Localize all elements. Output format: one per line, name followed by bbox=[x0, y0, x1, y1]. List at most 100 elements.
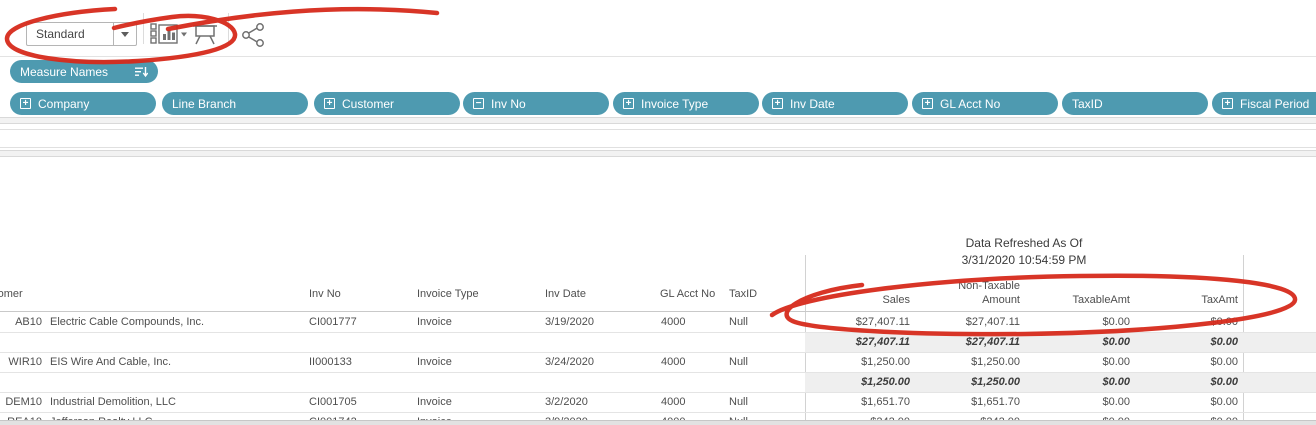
column-pill-inv-no[interactable]: −Inv No bbox=[463, 92, 609, 115]
refresh-note-line1: Data Refreshed As Of bbox=[805, 236, 1243, 250]
cell-non-taxable[interactable]: $27,407.11 bbox=[910, 313, 1020, 332]
column-pill-company[interactable]: +Company bbox=[10, 92, 156, 115]
cell-sales[interactable]: $27,407.11 bbox=[800, 313, 910, 332]
cell-taxid[interactable]: Null bbox=[729, 313, 748, 332]
col-header-tax-amt[interactable]: TaxAmt bbox=[1128, 294, 1238, 306]
cell-tax-amt[interactable]: $0.00 bbox=[1128, 333, 1238, 352]
expand-icon[interactable]: + bbox=[324, 98, 335, 109]
toolbar: Standard bbox=[0, 0, 1316, 57]
cell-taxid[interactable]: Null bbox=[729, 393, 748, 412]
cell-customer-name[interactable]: Electric Cable Compounds, Inc. bbox=[50, 313, 204, 332]
cell-taxable-amt[interactable]: $0.00 bbox=[1020, 353, 1130, 372]
column-pill-customer[interactable]: +Customer bbox=[314, 92, 460, 115]
pill-label: Line Branch bbox=[172, 97, 236, 111]
cell-type[interactable]: Invoice bbox=[417, 313, 452, 332]
expand-icon[interactable]: + bbox=[922, 98, 933, 109]
table-row: DEM10 Industrial Demolition, LLC CI00170… bbox=[0, 393, 1316, 413]
table-row: WIR10 EIS Wire And Cable, Inc. II000133 … bbox=[0, 353, 1316, 373]
cell-taxable-amt[interactable]: $0.00 bbox=[1020, 313, 1130, 332]
cell-gl[interactable]: 4000 bbox=[661, 313, 685, 332]
cell-inv-no[interactable]: CI001705 bbox=[309, 393, 357, 412]
cell-sales[interactable]: $27,407.11 bbox=[800, 333, 910, 352]
cell-customer-code[interactable]: DEM10 bbox=[0, 393, 42, 412]
pill-label: Fiscal Period bbox=[1240, 97, 1309, 111]
refresh-note-line2: 3/31/2020 10:54:59 PM bbox=[805, 253, 1243, 267]
pill-label: Invoice Type bbox=[641, 97, 708, 111]
col-header-non-taxable2[interactable]: Amount bbox=[910, 294, 1020, 306]
cell-type[interactable]: Invoice bbox=[417, 393, 452, 412]
presentation-mode-icon[interactable] bbox=[192, 22, 218, 46]
cell-taxable-amt[interactable]: $0.00 bbox=[1020, 373, 1130, 392]
expand-icon[interactable]: + bbox=[1222, 98, 1233, 109]
column-pill-inv-date[interactable]: + Inv Date bbox=[762, 92, 908, 115]
toolbar-divider bbox=[143, 13, 144, 44]
column-pill-invoice-type[interactable]: + Invoice Type bbox=[613, 92, 759, 115]
share-icon[interactable] bbox=[240, 22, 266, 48]
measure-names-pill[interactable]: Measure Names bbox=[10, 60, 158, 83]
divider-line bbox=[0, 129, 1316, 130]
cell-sales[interactable]: $1,250.00 bbox=[800, 373, 910, 392]
column-pill-line-branch[interactable]: Line Branch bbox=[162, 92, 308, 115]
cell-customer-name[interactable]: Industrial Demolition, LLC bbox=[50, 393, 176, 412]
subtotal-row: $27,407.11 $27,407.11 $0.00 $0.00 bbox=[0, 333, 1316, 353]
cell-customer-code[interactable]: AB10 bbox=[0, 313, 42, 332]
fit-selector-value: Standard bbox=[27, 27, 113, 41]
horizontal-scrollbar[interactable] bbox=[0, 420, 1316, 425]
column-pill-gl-acct-no[interactable]: + GL Acct No bbox=[912, 92, 1058, 115]
col-header-invoice-type[interactable]: Invoice Type bbox=[417, 288, 479, 300]
cell-type[interactable]: Invoice bbox=[417, 353, 452, 372]
pill-label: TaxID bbox=[1072, 97, 1103, 111]
col-header-sales[interactable]: Sales bbox=[800, 294, 910, 306]
cell-tax-amt[interactable]: $0.00 bbox=[1128, 393, 1238, 412]
expand-icon[interactable]: + bbox=[772, 98, 783, 109]
pill-label: GL Acct No bbox=[940, 97, 1000, 111]
col-header-taxable-amt[interactable]: TaxableAmt bbox=[1020, 294, 1130, 306]
collapse-icon[interactable]: − bbox=[473, 98, 484, 109]
cell-sales[interactable]: $1,250.00 bbox=[800, 353, 910, 372]
cell-tax-amt[interactable]: $0.00 bbox=[1128, 353, 1238, 372]
col-header-non-taxable[interactable]: Non-Taxable bbox=[910, 280, 1020, 292]
subtotal-row: $1,250.00 $1,250.00 $0.00 $0.00 bbox=[0, 373, 1316, 393]
pill-label: Inv Date bbox=[790, 97, 835, 111]
column-pill-taxid[interactable]: TaxID bbox=[1062, 92, 1208, 115]
cell-customer-code[interactable]: WIR10 bbox=[0, 353, 42, 372]
fit-dropdown-arrow[interactable] bbox=[113, 23, 136, 45]
cell-non-taxable[interactable]: $27,407.11 bbox=[910, 333, 1020, 352]
cell-date[interactable]: 3/24/2020 bbox=[545, 353, 594, 372]
col-header-gl-acct-no[interactable]: GL Acct No bbox=[660, 288, 715, 300]
sort-descending-icon[interactable] bbox=[134, 66, 148, 78]
cell-date[interactable]: 3/2/2020 bbox=[545, 393, 588, 412]
cell-taxable-amt[interactable]: $0.00 bbox=[1020, 333, 1130, 352]
chevron-down-icon bbox=[121, 32, 129, 37]
col-header-inv-date[interactable]: Inv Date bbox=[545, 288, 586, 300]
cell-non-taxable[interactable]: $1,651.70 bbox=[910, 393, 1020, 412]
column-pill-fiscal-period[interactable]: + Fiscal Period bbox=[1212, 92, 1316, 115]
cell-date[interactable]: 3/19/2020 bbox=[545, 313, 594, 332]
cell-tax-amt[interactable]: $0.00 bbox=[1128, 313, 1238, 332]
cell-gl[interactable]: 4000 bbox=[661, 393, 685, 412]
collapsed-row-strip bbox=[0, 150, 1316, 157]
cell-non-taxable[interactable]: $1,250.00 bbox=[910, 373, 1020, 392]
fit-selector[interactable]: Standard bbox=[26, 22, 137, 46]
cell-inv-no[interactable]: CI001777 bbox=[309, 313, 357, 332]
collapsed-row-strip bbox=[0, 117, 1316, 124]
expand-icon[interactable]: + bbox=[623, 98, 634, 109]
cell-taxid[interactable]: Null bbox=[729, 353, 748, 372]
cell-inv-no[interactable]: II000133 bbox=[309, 353, 352, 372]
col-header-customer[interactable]: Customer bbox=[0, 288, 23, 300]
header-underline bbox=[0, 311, 1243, 312]
expand-icon[interactable]: + bbox=[20, 98, 31, 109]
cell-gl[interactable]: 4000 bbox=[661, 353, 685, 372]
tableau-workbook-view: Standard bbox=[0, 0, 1316, 425]
pill-label: Inv No bbox=[491, 97, 526, 111]
toolbar-divider bbox=[228, 13, 229, 44]
table-row: AB10 Electric Cable Compounds, Inc. CI00… bbox=[0, 313, 1316, 333]
cell-tax-amt[interactable]: $0.00 bbox=[1128, 373, 1238, 392]
col-header-taxid[interactable]: TaxID bbox=[729, 288, 757, 300]
cell-sales[interactable]: $1,651.70 bbox=[800, 393, 910, 412]
cell-taxable-amt[interactable]: $0.00 bbox=[1020, 393, 1130, 412]
col-header-inv-no[interactable]: Inv No bbox=[309, 288, 341, 300]
show-hide-cards-icon[interactable] bbox=[150, 22, 188, 46]
cell-customer-name[interactable]: EIS Wire And Cable, Inc. bbox=[50, 353, 171, 372]
cell-non-taxable[interactable]: $1,250.00 bbox=[910, 353, 1020, 372]
